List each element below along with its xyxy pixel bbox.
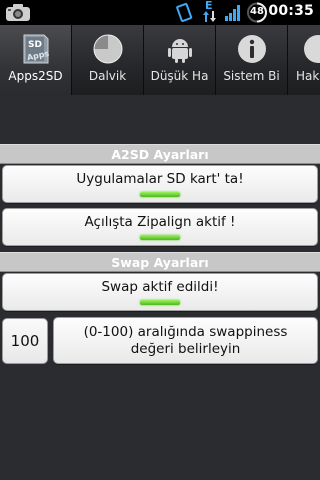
tab-label: Dalvik [88, 69, 127, 83]
tab-label: Apps2SD [8, 69, 63, 83]
status-bar: E 48 00:35 [0, 0, 320, 25]
info-icon [237, 35, 266, 63]
signal-icon [225, 5, 240, 21]
tab-label: Hak [296, 69, 320, 83]
apps-on-sd-toggle[interactable]: Uygulamalar SD kart' ta! [2, 165, 318, 203]
toggle-label: Açılışta Zipalign aktif ! [84, 214, 236, 230]
battery-icon: 48 [246, 0, 270, 25]
android-icon [167, 39, 192, 63]
tab-hakkinda[interactable]: Hak [288, 25, 320, 95]
tab-bar: SD Apps Apps2SD Dalvik Düşük Ha Sistem B… [0, 25, 320, 95]
data-arrows-icon: E [201, 0, 219, 25]
status-time: 00:35 [268, 3, 314, 19]
partial-tab-icon [304, 35, 320, 63]
pie-chart-icon [93, 34, 122, 64]
tab-label: Düşük Ha [150, 69, 209, 83]
sd-card-label: SD [28, 40, 42, 50]
tab-dusuk-hafiza[interactable]: Düşük Ha [144, 25, 216, 95]
toggle-label: Uygulamalar SD kart' ta! [76, 171, 244, 187]
swap-toggle[interactable]: Swap aktif edildi! [2, 273, 318, 311]
swappiness-input[interactable]: 100 [2, 318, 48, 364]
a2sd-section-header: A2SD Ayarları [0, 144, 320, 164]
set-swappiness-button[interactable]: (0-100) aralığında swappiness değeri bel… [53, 317, 318, 364]
tab-label: Sistem Bi [223, 69, 280, 83]
tab-apps2sd[interactable]: SD Apps Apps2SD [0, 25, 72, 95]
tab-dalvik[interactable]: Dalvik [72, 25, 144, 95]
battery-level: 48 [250, 6, 264, 17]
on-indicator [140, 235, 180, 240]
sd-card-icon: SD Apps [23, 34, 50, 64]
vibrate-icon [176, 2, 193, 22]
camera-icon [6, 4, 30, 21]
zipalign-toggle[interactable]: Açılışta Zipalign aktif ! [2, 208, 318, 246]
on-indicator [140, 192, 180, 197]
toggle-label: Swap aktif edildi! [101, 279, 219, 295]
swap-section-header: Swap Ayarları [0, 252, 320, 272]
tab-sistem-bilgisi[interactable]: Sistem Bi [216, 25, 288, 95]
on-indicator [140, 300, 180, 305]
